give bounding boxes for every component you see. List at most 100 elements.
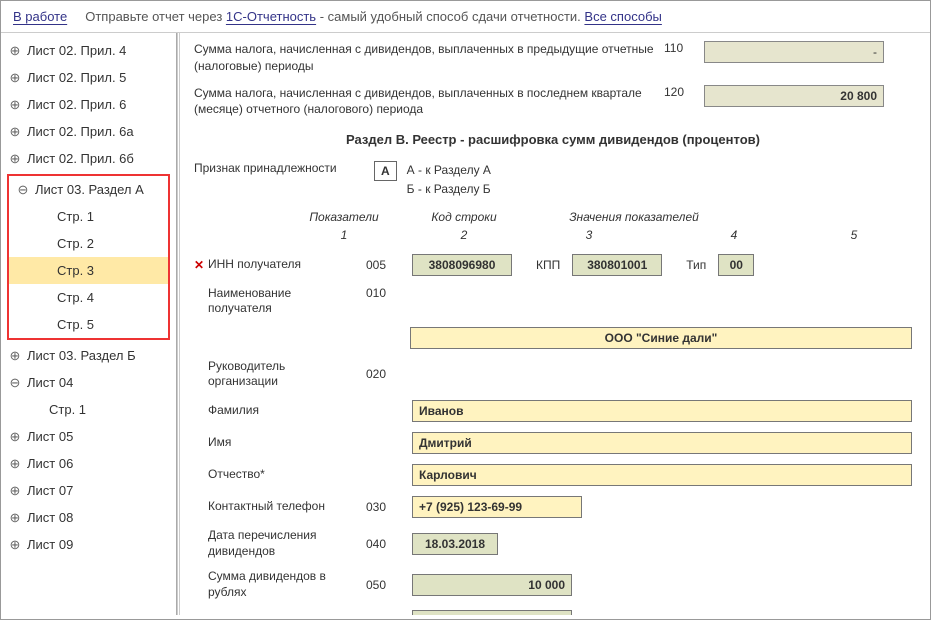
sidebar-item[interactable]: ⊕ Лист 03. Раздел Б [1, 342, 176, 369]
expand-icon[interactable]: ⊕ [9, 72, 21, 84]
sidebar-item[interactable]: ⊕ Лист 05 [1, 423, 176, 450]
patronymic-label: Отчество* [208, 467, 366, 483]
sidebar-item-label: Лист 08 [27, 510, 73, 525]
surname-label: Фамилия [208, 403, 366, 419]
code-110: 110 [664, 41, 704, 55]
top-bar: В работе Отправьте отчет через 1С-Отчетн… [1, 1, 930, 33]
top-link2[interactable]: Все способы [584, 9, 661, 24]
header-1: Показатели [284, 210, 404, 224]
sumdiv-field[interactable]: 10 000 [412, 574, 572, 596]
sidebar: ⊕Лист 02. Прил. 4 ⊕Лист 02. Прил. 5 ⊕Лис… [1, 33, 177, 615]
type-label: Тип [686, 258, 706, 272]
attr-legend: А - к Разделу А Б - к Разделу Б [407, 161, 491, 199]
director-code: 020 [366, 367, 412, 381]
sidebar-item[interactable]: ⊕ Лист 07 [1, 477, 176, 504]
recipient-field[interactable]: ООО "Синие дали" [410, 327, 912, 349]
sidebar-page[interactable]: Стр. 1 [9, 203, 168, 230]
director-label: Руководитель организации [208, 359, 366, 390]
sidebar-page[interactable]: Стр. 1 [1, 396, 176, 423]
expand-icon[interactable]: ⊕ [9, 458, 21, 470]
expand-icon[interactable]: ⊕ [9, 126, 21, 138]
type-field[interactable]: 00 [718, 254, 754, 276]
collapse-icon[interactable]: ⊖ [17, 184, 29, 196]
header-2: Код строки [404, 210, 524, 224]
table-headers: Показатели Код строки Значения показател… [194, 210, 912, 224]
recipient-label: Наименование получателя [208, 286, 366, 317]
sidebar-item-label: Лист 07 [27, 483, 73, 498]
legend-b: Б - к Разделу Б [407, 180, 491, 199]
name-field[interactable]: Дмитрий [412, 432, 912, 454]
kpp-label: КПП [536, 258, 560, 272]
expand-icon[interactable]: ⊕ [9, 512, 21, 524]
expand-icon[interactable]: ⊕ [9, 539, 21, 551]
sidebar-item-label: Лист 03. Раздел Б [27, 348, 136, 363]
sidebar-item-label: Лист 02. Прил. 6б [27, 151, 134, 166]
field-110[interactable]: - [704, 41, 884, 63]
sidebar-item[interactable]: ⊕ Лист 02. Прил. 4 [1, 37, 176, 64]
sidebar-page[interactable]: Стр. 5 [9, 311, 168, 338]
sumdiv-label: Сумма дивидендов в рублях [208, 569, 366, 600]
sidebar-item[interactable]: ⊕ Лист 02. Прил. 5 [1, 64, 176, 91]
code-120: 120 [664, 85, 704, 99]
subheader-1: 1 [284, 228, 404, 242]
attr-label: Признак принадлежности [194, 161, 374, 175]
sumdiv-code: 050 [366, 578, 412, 592]
sidebar-item[interactable]: ⊕ Лист 02. Прил. 6б [1, 145, 176, 172]
sidebar-item-razdel-a[interactable]: ⊖ Лист 03. Раздел А [9, 176, 168, 203]
expand-icon[interactable]: ⊕ [9, 350, 21, 362]
sidebar-item[interactable]: ⊕ Лист 09 [1, 531, 176, 558]
sidebar-item-label: Лист 05 [27, 429, 73, 444]
expand-icon[interactable]: ⊕ [9, 153, 21, 165]
subheader-2: 2 [404, 228, 524, 242]
expand-icon[interactable]: ⊕ [9, 99, 21, 111]
date-code: 040 [366, 537, 412, 551]
sumtax-field[interactable]: 1 300 [412, 610, 572, 615]
subheader-3: 3 [524, 228, 654, 242]
sumtax-label: Сумма налога в рублях [208, 614, 366, 615]
kpp-field[interactable]: 380801001 [572, 254, 662, 276]
delete-icon[interactable]: ✕ [194, 258, 204, 272]
expand-icon[interactable]: ⊕ [9, 45, 21, 57]
sidebar-item-label: Лист 02. Прил. 6 [27, 97, 126, 112]
sidebar-item-label: Лист 09 [27, 537, 73, 552]
phone-label: Контактный телефон [208, 499, 366, 515]
attr-value[interactable]: А [374, 161, 397, 181]
subheader-5: 5 [814, 228, 894, 242]
sidebar-item-label: Лист 02. Прил. 5 [27, 70, 126, 85]
expand-icon[interactable]: ⊕ [9, 485, 21, 497]
patronymic-field[interactable]: Карлович [412, 464, 912, 486]
top-link1[interactable]: 1С-Отчетность [226, 9, 316, 24]
label-110: Сумма налога, начисленная с дивидендов, … [194, 41, 664, 75]
top-text1: Отправьте отчет через [85, 9, 226, 24]
sidebar-item[interactable]: ⊖Лист 04 [1, 369, 176, 396]
date-field[interactable]: 18.03.2018 [412, 533, 498, 555]
sidebar-page-selected[interactable]: Стр. 3 [9, 257, 168, 284]
subheader-4: 4 [654, 228, 814, 242]
top-text2: - самый удобный способ сдачи отчетности. [316, 9, 584, 24]
sidebar-item-label: Лист 03. Раздел А [35, 182, 144, 197]
recipient-code: 010 [366, 286, 412, 300]
sidebar-item-label: Лист 02. Прил. 4 [27, 43, 126, 58]
sidebar-item[interactable]: ⊕ Лист 02. Прил. 6а [1, 118, 176, 145]
main-content: Сумма налога, начисленная с дивидендов, … [177, 33, 930, 615]
inn-label: ИНН получателя [208, 257, 366, 273]
sidebar-item[interactable]: ⊕ Лист 02. Прил. 6 [1, 91, 176, 118]
sidebar-item[interactable]: ⊕ Лист 08 [1, 504, 176, 531]
surname-field[interactable]: Иванов [412, 400, 912, 422]
sidebar-item[interactable]: ⊕Лист 06 [1, 450, 176, 477]
status-link[interactable]: В работе [13, 9, 67, 24]
collapse-icon[interactable]: ⊖ [9, 377, 21, 389]
sidebar-page[interactable]: Стр. 4 [9, 284, 168, 311]
inn-field[interactable]: 3808096980 [412, 254, 512, 276]
section-title: Раздел В. Реестр - расшифровка сумм диви… [194, 132, 912, 147]
date-label: Дата перечисления дивидендов [208, 528, 366, 559]
field-120[interactable]: 20 800 [704, 85, 884, 107]
expand-icon[interactable]: ⊕ [9, 431, 21, 443]
inn-code: 005 [366, 258, 412, 272]
label-120: Сумма налога, начисленная с дивидендов, … [194, 85, 664, 119]
sidebar-item-label: Лист 02. Прил. 6а [27, 124, 134, 139]
sidebar-page[interactable]: Стр. 2 [9, 230, 168, 257]
phone-field[interactable]: +7 (925) 123-69-99 [412, 496, 582, 518]
highlight-box: ⊖Лист 03. Раздел А Стр. 1 Стр. 2 Стр. 3 … [7, 174, 170, 340]
legend-a: А - к Разделу А [407, 161, 491, 180]
